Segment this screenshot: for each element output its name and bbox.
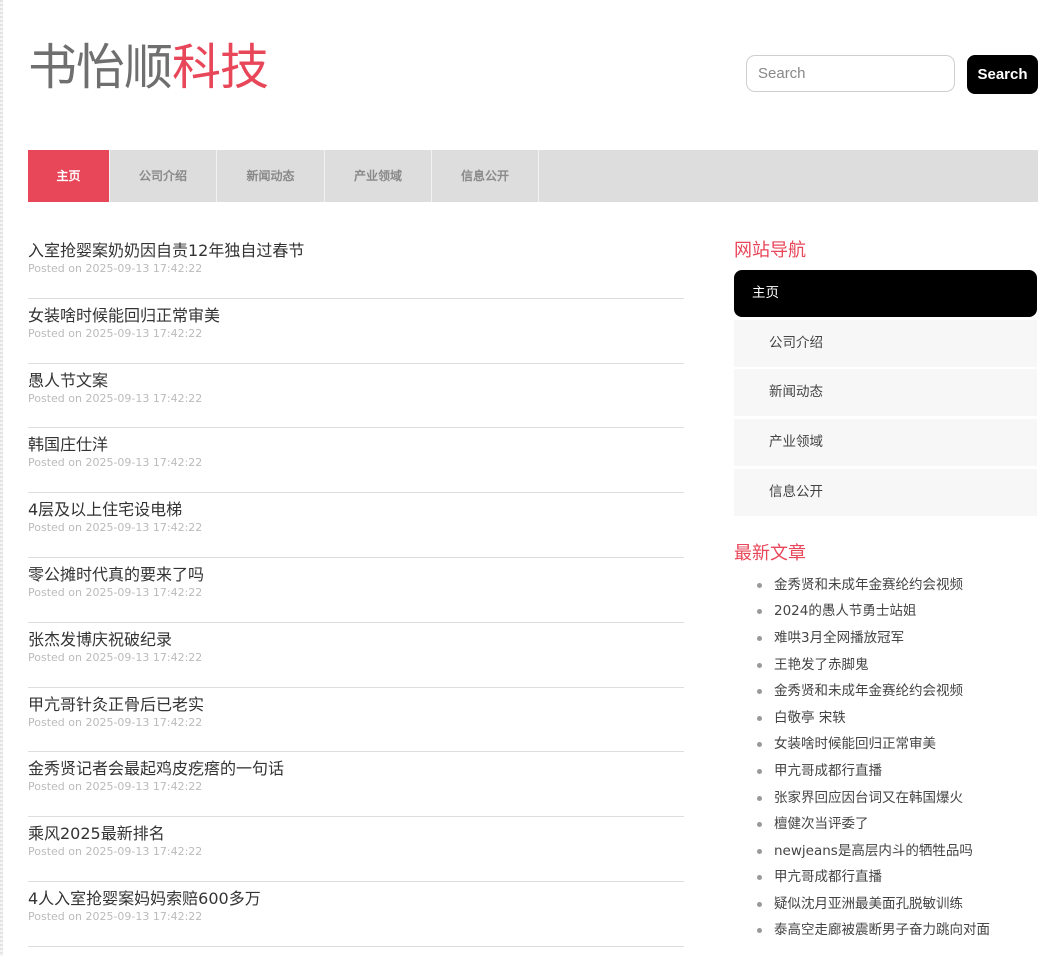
recent-posts-heading: 最新文章 — [734, 542, 806, 564]
list-item: 2024的愚人节勇士站姐 — [757, 598, 1037, 625]
post-date: Posted on 2025-09-13 17:42:22 — [28, 715, 203, 729]
sidebar-item-info-disclosure[interactable]: 信息公开 — [734, 468, 1037, 516]
sidebar-item-news[interactable]: 新闻动态 — [734, 369, 1037, 417]
list-item: 泰高空走廊被震断男子奋力跳向对面 — [757, 917, 1037, 944]
recent-post-link[interactable]: 白敬亭 宋轶 — [774, 710, 846, 726]
post-date: Posted on 2025-09-13 17:42:22 — [28, 456, 203, 470]
list-item: 张杰发博庆祝破纪录 Posted on 2025-09-13 17:42:22 — [28, 623, 684, 688]
post-title-link[interactable]: 愚人节文案 — [28, 371, 684, 391]
sidebar: 网站导航 主页 公司介绍 新闻动态 产业领域 信息公开 最新文章 金秀贤和未成年… — [734, 236, 1037, 944]
post-date: Posted on 2025-09-13 17:42:22 — [28, 585, 203, 599]
list-item: 韩国庄仕洋 Posted on 2025-09-13 17:42:22 — [28, 428, 684, 494]
post-title-link[interactable]: 张杰发博庆祝破纪录 — [28, 630, 684, 650]
tab-industry[interactable]: 产业领域 — [325, 150, 432, 202]
list-item: 金秀贤记者会最起鸡皮疙瘩的一句话 Posted on 2025-09-13 17… — [28, 752, 684, 818]
recent-post-link[interactable]: 金秀贤和未成年金赛纶约会视频 — [774, 683, 963, 699]
list-item: 难哄3月全网播放冠军 — [757, 625, 1037, 652]
list-item: 王艳发了赤脚鬼 — [757, 652, 1037, 679]
post-title-link[interactable]: 4人入室抢婴案妈妈索赔600多万 — [28, 889, 684, 909]
recent-post-link[interactable]: 王艳发了赤脚鬼 — [774, 657, 869, 673]
logo-text-accent: 科技 — [172, 39, 269, 96]
list-item: 乘风2025最新排名 Posted on 2025-09-13 17:42:22 — [28, 817, 684, 882]
tab-news[interactable]: 新闻动态 — [217, 150, 325, 202]
post-title-link[interactable]: 4层及以上住宅设电梯 — [28, 500, 684, 520]
list-item: 金秀贤和未成年金赛纶约会视频 — [757, 572, 1037, 599]
sidebar-item-company-intro[interactable]: 公司介绍 — [734, 319, 1037, 367]
list-item: 张家界回应因台词又在韩国爆火 — [757, 785, 1037, 812]
bullet-icon — [757, 901, 762, 907]
list-item: 零公摊时代真的要来了吗 Posted on 2025-09-13 17:42:2… — [28, 558, 684, 623]
bullet-icon — [757, 582, 762, 588]
search-button[interactable]: Search — [967, 55, 1038, 94]
post-date: Posted on 2025-09-13 17:42:22 — [28, 326, 203, 340]
bullet-icon — [757, 795, 762, 801]
site-logo[interactable]: 书怡顺科技 — [28, 38, 269, 98]
recent-post-link[interactable]: newjeans是高层内斗的牺牲品吗 — [774, 843, 973, 859]
bullet-icon — [757, 662, 762, 668]
post-date: Posted on 2025-09-13 17:42:22 — [28, 845, 203, 859]
post-title-link[interactable]: 金秀贤记者会最起鸡皮疙瘩的一句话 — [28, 759, 684, 779]
recent-post-link[interactable]: 檀健次当评委了 — [774, 816, 869, 832]
list-item: 愚人节文案 Posted on 2025-09-13 17:42:22 — [28, 364, 684, 429]
bullet-icon — [757, 768, 762, 774]
post-title-link[interactable]: 韩国庄仕洋 — [28, 435, 684, 455]
recent-post-link[interactable]: 疑似沈月亚洲最美面孔脱敏训练 — [774, 896, 963, 912]
tab-info-disclosure[interactable]: 信息公开 — [432, 150, 539, 202]
site-nav-heading: 网站导航 — [734, 240, 806, 261]
recent-post-link[interactable]: 难哄3月全网播放冠军 — [774, 630, 904, 646]
post-date: Posted on 2025-09-13 17:42:22 — [28, 780, 203, 794]
bullet-icon — [757, 715, 762, 721]
bullet-icon — [757, 609, 762, 615]
bullet-icon — [757, 635, 762, 641]
list-item: 甲亢哥针灸正骨后已老实 Posted on 2025-09-13 17:42:2… — [28, 688, 684, 753]
list-item: 女装啥时候能回归正常审美 — [757, 731, 1037, 758]
post-title-link[interactable]: 入室抢婴案奶奶因自责12年独自过春节 — [28, 241, 684, 261]
bullet-icon — [757, 875, 762, 881]
page-left-edge — [0, 0, 3, 956]
recent-post-link[interactable]: 泰高空走廊被震断男子奋力跳向对面 — [774, 922, 990, 938]
list-item: 疑似沈月亚洲最美面孔脱敏训练 — [757, 891, 1037, 918]
sidebar-navigation: 主页 公司介绍 新闻动态 产业领域 信息公开 — [734, 270, 1037, 516]
list-item: 甲亢哥成都行直播 — [757, 864, 1037, 891]
post-date: Posted on 2025-09-13 17:42:22 — [28, 391, 203, 405]
sidebar-item-home[interactable]: 主页 — [734, 270, 1037, 317]
bullet-icon — [757, 822, 762, 828]
recent-post-link[interactable]: 张家界回应因台词又在韩国爆火 — [774, 790, 963, 806]
top-navigation: 主页 公司介绍 新闻动态 产业领域 信息公开 — [28, 150, 1038, 202]
bullet-icon — [757, 848, 762, 854]
post-title-link[interactable]: 女装啥时候能回归正常审美 — [28, 306, 684, 326]
list-item: 4人入室抢婴案妈妈索赔600多万 Posted on 2025-09-13 17… — [28, 882, 684, 947]
bullet-icon — [757, 928, 762, 934]
list-item: 金秀贤和未成年金赛纶约会视频 — [757, 678, 1037, 705]
recent-post-link[interactable]: 甲亢哥成都行直播 — [774, 869, 882, 885]
list-item: 入室抢婴案奶奶因自责12年独自过春节 Posted on 2025-09-13 … — [28, 234, 684, 299]
bullet-icon — [757, 689, 762, 695]
list-item: 檀健次当评委了 — [757, 811, 1037, 838]
post-date: Posted on 2025-09-13 17:42:22 — [28, 262, 203, 275]
bullet-icon — [757, 742, 762, 748]
post-list: 入室抢婴案奶奶因自责12年独自过春节 Posted on 2025-09-13 … — [28, 234, 684, 947]
list-item: 甲亢哥成都行直播 — [757, 758, 1037, 785]
recent-posts-list: 金秀贤和未成年金赛纶约会视频 2024的愚人节勇士站姐 难哄3月全网播放冠军 王… — [734, 572, 1037, 944]
post-date: Posted on 2025-09-13 17:42:22 — [28, 521, 203, 535]
tab-company-intro[interactable]: 公司介绍 — [110, 150, 217, 202]
list-item: 4层及以上住宅设电梯 Posted on 2025-09-13 17:42:22 — [28, 493, 684, 558]
recent-post-link[interactable]: 女装啥时候能回归正常审美 — [774, 736, 936, 752]
recent-post-link[interactable]: 金秀贤和未成年金赛纶约会视频 — [774, 577, 963, 593]
search-input[interactable] — [746, 55, 955, 92]
post-date: Posted on 2025-09-13 17:42:22 — [28, 650, 203, 664]
recent-post-link[interactable]: 甲亢哥成都行直播 — [774, 763, 882, 779]
list-item: 白敬亭 宋轶 — [757, 705, 1037, 732]
recent-post-link[interactable]: 2024的愚人节勇士站姐 — [774, 603, 916, 619]
logo-text-primary: 书怡顺 — [28, 39, 173, 96]
post-title-link[interactable]: 甲亢哥针灸正骨后已老实 — [28, 695, 684, 715]
post-title-link[interactable]: 乘风2025最新排名 — [28, 824, 684, 844]
sidebar-item-industry[interactable]: 产业领域 — [734, 419, 1037, 467]
post-date: Posted on 2025-09-13 17:42:22 — [28, 909, 203, 923]
list-item: newjeans是高层内斗的牺牲品吗 — [757, 838, 1037, 865]
post-title-link[interactable]: 零公摊时代真的要来了吗 — [28, 565, 684, 585]
list-item: 女装啥时候能回归正常审美 Posted on 2025-09-13 17:42:… — [28, 299, 684, 364]
tab-home[interactable]: 主页 — [28, 150, 110, 202]
